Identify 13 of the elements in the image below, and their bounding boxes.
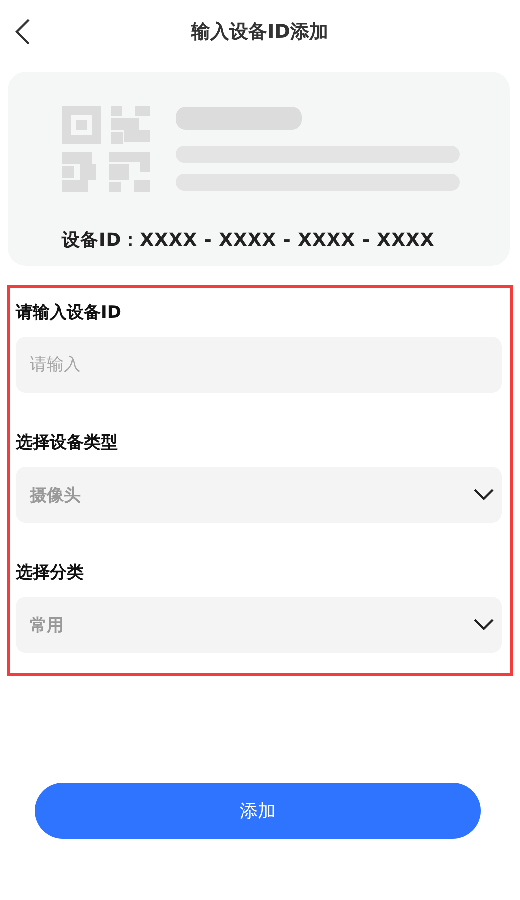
- chevron-down-icon: [474, 489, 494, 501]
- dropdown-field[interactable]: 摄像头: [16, 467, 502, 523]
- device-id-text: 设备ID：XXXX - XXXX - XXXX - XXXX: [62, 229, 436, 252]
- chevron-down-icon: [474, 619, 494, 631]
- field-label: 请输入设备ID: [16, 302, 122, 325]
- add-button[interactable]: 添加: [35, 783, 481, 839]
- field-label: 选择设备类型: [16, 432, 119, 455]
- input-field[interactable]: 请输入: [16, 337, 502, 393]
- page-title: 输入设备ID添加: [192, 20, 328, 45]
- dropdown-field[interactable]: 常用: [16, 597, 502, 653]
- back-icon[interactable]: [15, 18, 31, 46]
- field-label: 选择分类: [16, 562, 85, 585]
- qr-code-icon: [62, 106, 150, 192]
